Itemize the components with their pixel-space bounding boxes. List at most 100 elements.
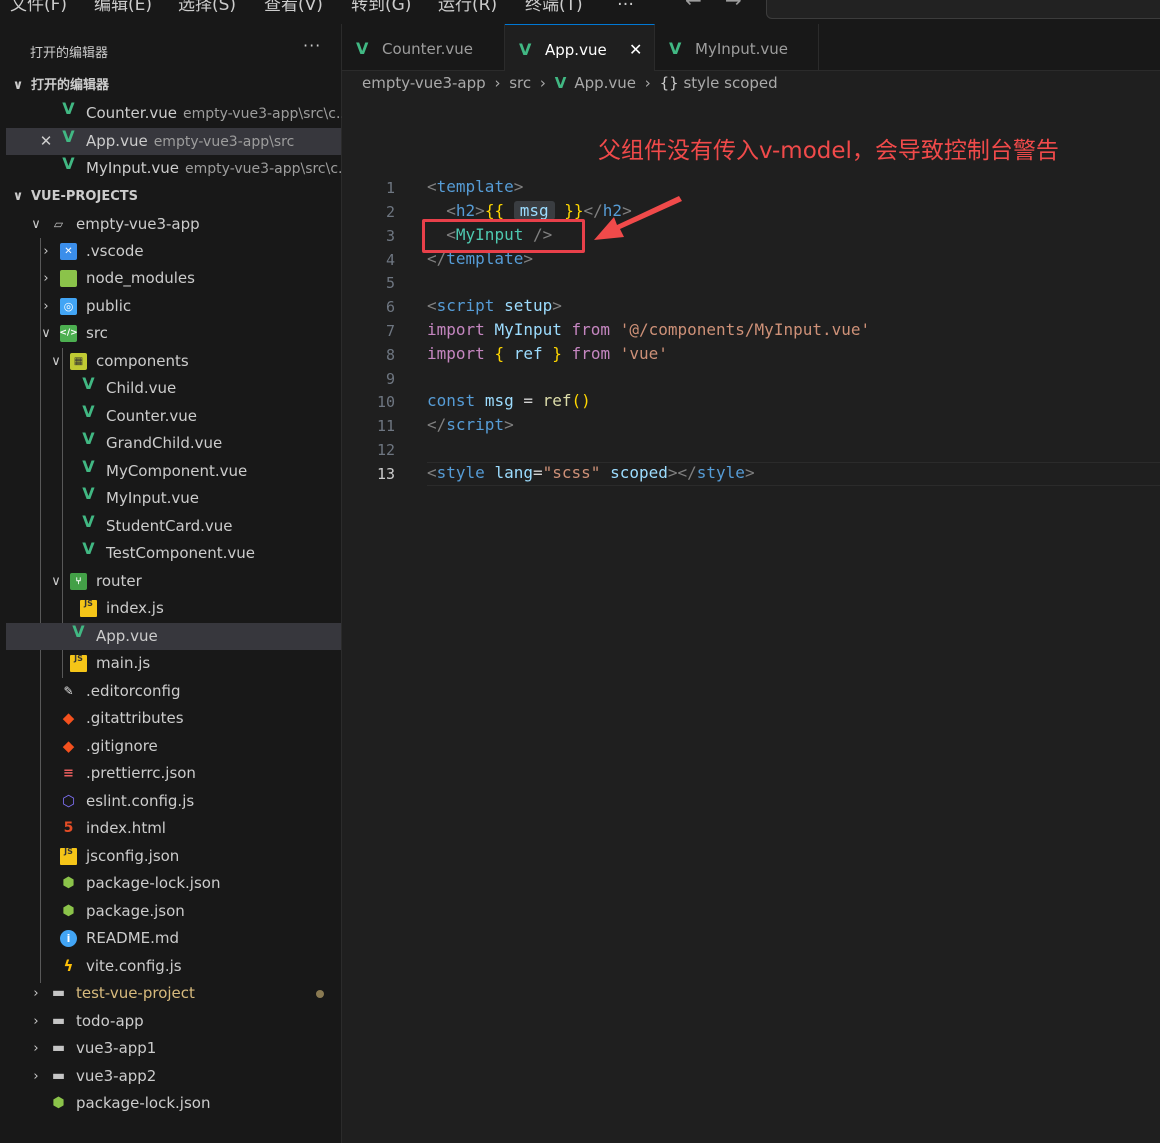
- open-editor-name: Counter.vue: [86, 104, 177, 122]
- command-center-search[interactable]: [766, 0, 1160, 19]
- folder-label: todo-app: [76, 1012, 144, 1030]
- line-number: 12: [376, 441, 395, 459]
- tab-app-vue[interactable]: V App.vue ✕: [505, 24, 655, 71]
- line-number: 8: [385, 346, 395, 364]
- open-editor-path: empty-vue3-app\src: [153, 134, 295, 150]
- line-number: 6: [385, 298, 395, 316]
- file-label: main.js: [96, 654, 151, 672]
- token: script: [436, 296, 495, 315]
- code-line-7: import MyInput from '@/components/MyInpu…: [427, 320, 870, 339]
- file-index-html[interactable]: 5 index.html: [6, 815, 341, 842]
- code-line-6: <script setup>: [427, 296, 562, 315]
- forward-arrow-icon[interactable]: →: [725, 0, 742, 12]
- vue-file-icon: V: [62, 154, 75, 173]
- html-icon: 5: [63, 820, 74, 836]
- nodejs-icon: ⬢: [52, 1095, 65, 1111]
- tab-close-icon[interactable]: ✕: [629, 25, 642, 75]
- nodejs-icon: ⬢: [62, 903, 75, 919]
- file-label: TestComponent.vue: [106, 544, 256, 562]
- folder-empty-vue3-app[interactable]: ∨ ▱ empty-vue3-app: [6, 211, 341, 238]
- file-label: index.html: [86, 819, 166, 837]
- folder-vue3-app2[interactable]: › ▬ vue3-app2: [6, 1063, 341, 1090]
- menu-terminal[interactable]: 终端(T): [525, 0, 583, 15]
- js-file-icon: JS: [80, 599, 97, 617]
- open-editor-item-counter[interactable]: V Counter.vue empty-vue3-app\src\c...: [6, 99, 349, 127]
- file-mycomponent-vue[interactable]: V MyComponent.vue: [6, 457, 341, 485]
- breadcrumb-folder[interactable]: src: [509, 74, 531, 92]
- open-editor-item-app[interactable]: ✕ V App.vue empty-vue3-app\src: [6, 127, 341, 155]
- file-jsconfig[interactable]: JS jsconfig.json: [6, 843, 341, 870]
- line-number: 4: [385, 251, 395, 269]
- file-myinput-vue[interactable]: V MyInput.vue: [6, 484, 341, 512]
- folder-router[interactable]: ∨ ⑂ router: [6, 568, 341, 595]
- vue-file-icon: V: [62, 99, 75, 118]
- chevron-right-icon: ›: [43, 244, 49, 259]
- file-vite-config[interactable]: ϟ vite.config.js: [6, 953, 341, 980]
- tab-counter-vue[interactable]: V Counter.vue: [342, 24, 505, 70]
- more-actions-icon[interactable]: ···: [303, 36, 321, 55]
- breadcrumb-symbol[interactable]: style scoped: [683, 74, 777, 92]
- folder-label: router: [96, 572, 142, 590]
- file-workspace-package-lock[interactable]: ⬢ package-lock.json: [6, 1090, 341, 1117]
- file-gitattributes[interactable]: ◆ .gitattributes: [6, 705, 341, 732]
- open-editors-header[interactable]: ∨ 打开的编辑器: [6, 72, 341, 99]
- file-package-lock-json[interactable]: ⬢ package-lock.json: [6, 870, 341, 897]
- back-arrow-icon[interactable]: ←: [685, 0, 702, 12]
- folder-node-modules[interactable]: › node_modules: [6, 265, 341, 292]
- file-editorconfig[interactable]: ✎ .editorconfig: [6, 678, 341, 705]
- file-readme[interactable]: i README.md: [6, 925, 341, 952]
- token: lang: [494, 463, 533, 482]
- open-editor-path: empty-vue3-app\src\c...: [182, 106, 350, 122]
- menu-view[interactable]: 查看(V): [264, 0, 323, 15]
- menu-more[interactable]: …: [617, 0, 634, 10]
- file-app-vue[interactable]: V App.vue: [6, 622, 341, 650]
- folder-test-vue-project[interactable]: › ▬ test-vue-project: [6, 980, 341, 1007]
- close-icon[interactable]: ✕: [38, 128, 54, 155]
- code-line-8: import { ref } from 'vue': [427, 344, 668, 363]
- menu-selection[interactable]: 选择(S): [178, 0, 236, 15]
- tab-label: Counter.vue: [382, 40, 473, 58]
- folder-public[interactable]: › ◎ public: [6, 293, 341, 320]
- folder-src[interactable]: ∨ </> src: [6, 320, 341, 347]
- token: 'vue': [619, 344, 668, 363]
- vue-file-icon: V: [519, 40, 532, 59]
- token: import: [427, 320, 485, 339]
- folder-icon: ▬: [51, 1068, 66, 1084]
- vue-projects-header[interactable]: ∨ VUE-PROJECTS: [6, 183, 341, 210]
- file-router-index-js[interactable]: JS index.js: [6, 595, 341, 622]
- open-editor-item-myinput[interactable]: V MyInput.vue empty-vue3-app\src\c...: [6, 154, 351, 182]
- prettier-icon: ≡: [63, 766, 74, 781]
- file-prettierrc[interactable]: ≡ .prettierrc.json: [6, 760, 341, 787]
- menu-file[interactable]: 文件(F): [10, 0, 67, 15]
- chevron-right-icon: ›: [43, 299, 49, 314]
- file-child-vue[interactable]: V Child.vue: [6, 374, 341, 402]
- chevron-down-icon: ∨: [31, 217, 41, 232]
- breadcrumb-separator-icon: ›: [644, 74, 651, 92]
- token: ref: [513, 344, 543, 363]
- breadcrumb-folder[interactable]: empty-vue3-app: [362, 74, 486, 92]
- folder-vue3-app1[interactable]: › ▬ vue3-app1: [6, 1035, 341, 1062]
- menu-run[interactable]: 运行(R): [438, 0, 497, 15]
- file-gitignore[interactable]: ◆ .gitignore: [6, 733, 341, 760]
- file-eslint-config[interactable]: ⬡ eslint.config.js: [6, 788, 341, 815]
- menu-edit[interactable]: 编辑(E): [94, 0, 152, 15]
- vue-file-icon: V: [554, 74, 567, 92]
- file-counter-vue[interactable]: V Counter.vue: [6, 402, 341, 430]
- menu-go[interactable]: 转到(G): [351, 0, 411, 15]
- breadcrumb-file[interactable]: App.vue: [574, 74, 636, 92]
- folder-todo-app[interactable]: › ▬ todo-app: [6, 1008, 341, 1035]
- file-main-js[interactable]: JS main.js: [6, 650, 341, 677]
- file-studentcard-vue[interactable]: V StudentCard.vue: [6, 512, 341, 540]
- file-package-json[interactable]: ⬢ package.json: [6, 898, 341, 925]
- token: style: [696, 463, 745, 482]
- tab-myinput-vue[interactable]: V MyInput.vue: [655, 24, 819, 70]
- file-testcomponent-vue[interactable]: V TestComponent.vue: [6, 539, 341, 567]
- code-line-11: </script>: [427, 415, 514, 434]
- chevron-down-icon: ∨: [51, 354, 61, 369]
- git-icon: ◆: [62, 737, 75, 755]
- file-grandchild-vue[interactable]: V GrandChild.vue: [6, 429, 341, 457]
- folder-vscode[interactable]: › ✕ .vscode: [6, 238, 341, 265]
- breadcrumb-separator-icon: ›: [494, 74, 501, 92]
- breadcrumb: empty-vue3-app › src › V App.vue › {} sty…: [362, 74, 778, 92]
- folder-components[interactable]: ∨ ▦ components: [6, 348, 341, 375]
